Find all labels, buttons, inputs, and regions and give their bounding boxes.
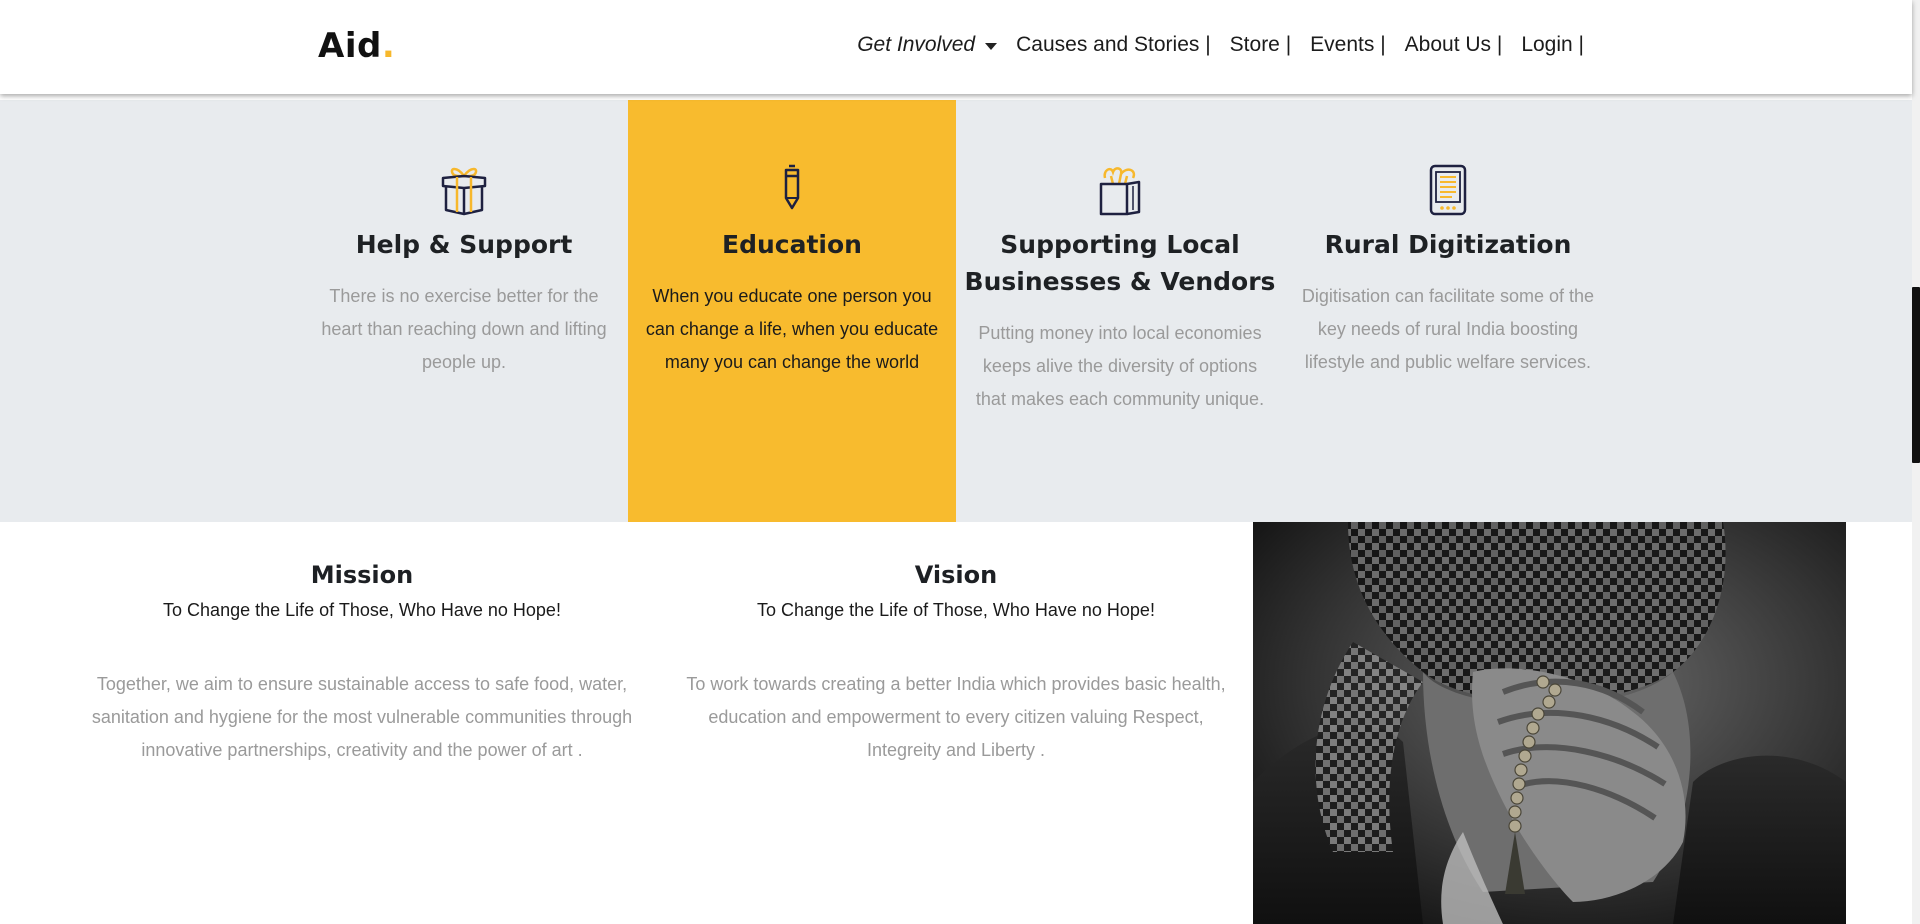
nav-events[interactable]: Events | (1310, 33, 1386, 57)
service-description: There is no exercise better for the hear… (321, 286, 607, 372)
mission-title: Mission (310, 561, 414, 589)
logo-dot: . (381, 26, 396, 66)
nav-about-us[interactable]: About Us | (1405, 33, 1503, 57)
nav-get-involved-label: Get Involved (857, 33, 976, 56)
scrollbar-thumb[interactable] (1912, 287, 1920, 463)
mission-subtitle: To Change the Life of Those, Who Have no… (163, 600, 561, 620)
service-description: Putting money into local economies keeps… (975, 323, 1265, 409)
caret-down-icon[interactable] (985, 42, 998, 50)
service-description: When you educate one person you can chan… (645, 286, 939, 372)
nav-get-involved[interactable]: Get Involved (857, 33, 998, 57)
vision-subtitle: To Change the Life of Those, Who Have no… (757, 600, 1155, 620)
nav-causes-and-stories[interactable]: Causes and Stories | (1016, 33, 1211, 57)
vision-block: Vision To Change the Life of Those, Who … (684, 560, 1228, 767)
service-card-education[interactable]: Education When you educate one person yo… (628, 100, 956, 522)
service-title: Help & Support (355, 230, 573, 259)
mission-body: Together, we aim to ensure sustainable a… (91, 674, 633, 760)
service-title: Education (722, 230, 862, 259)
nav-login[interactable]: Login | (1521, 33, 1584, 57)
service-title: Rural Digitization (1324, 230, 1572, 259)
portrait-photo (1253, 522, 1846, 924)
service-description: Digitisation can facilitate some of the … (1301, 286, 1595, 372)
mission-block: Mission To Change the Life of Those, Who… (78, 560, 646, 767)
gift-box-icon (439, 164, 489, 220)
services-band: Help & Support There is no exercise bett… (0, 100, 1912, 522)
pencil-icon (782, 164, 802, 214)
logo-text: Aid (318, 26, 382, 66)
site-logo[interactable]: Aid. (318, 26, 395, 66)
main-nav: Get Involved Causes and Stories | Store … (857, 33, 1584, 57)
service-title: Supporting Local Businesses & Vendors (964, 230, 1276, 296)
service-card-local-businesses[interactable]: Supporting Local Businesses & Vendors Pu… (956, 100, 1284, 522)
grocery-bag-icon (1097, 164, 1143, 220)
vision-body: To work towards creating a better India … (686, 674, 1226, 760)
nav-store[interactable]: Store | (1230, 33, 1291, 57)
site-header: Aid. Get Involved Causes and Stories | S… (0, 0, 1912, 94)
service-card-help-support[interactable]: Help & Support There is no exercise bett… (300, 100, 628, 522)
vision-title: Vision (914, 561, 998, 589)
service-card-rural-digitization[interactable]: Rural Digitization Digitisation can faci… (1284, 100, 1612, 522)
tablet-icon (1428, 164, 1468, 220)
